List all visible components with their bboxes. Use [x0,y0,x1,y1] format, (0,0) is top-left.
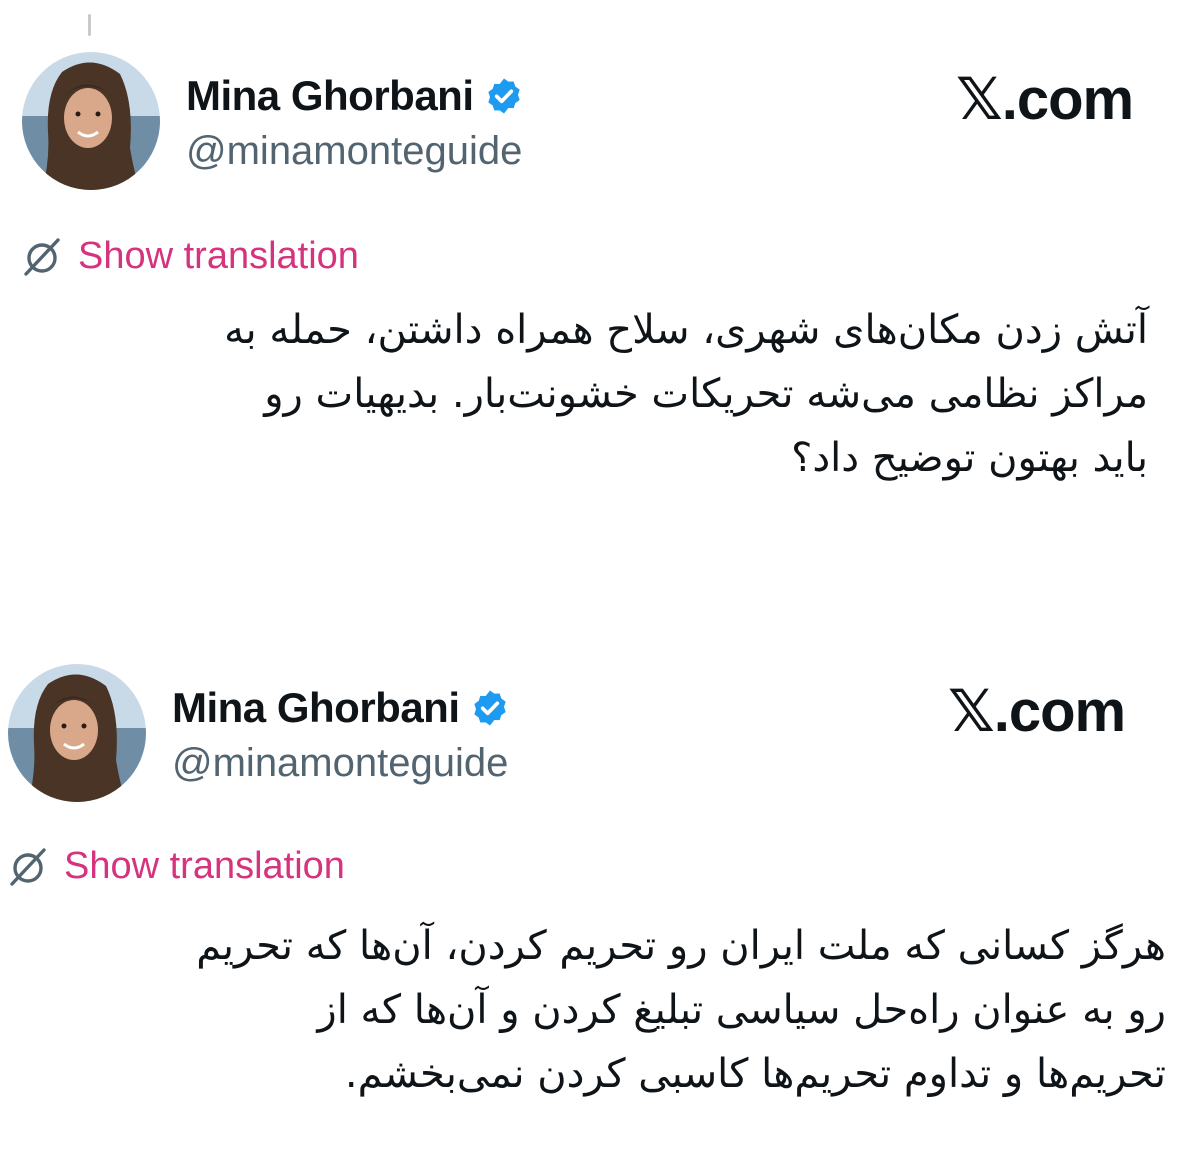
show-translation-row[interactable]: Show translation [20,234,359,278]
avatar[interactable] [22,52,160,190]
author-handle[interactable]: @minamonteguide [172,740,508,786]
author-name-row: Mina Ghorbani [186,72,524,120]
tweet-body-text: هرگز کسانی که ملت ایران رو تحریم کردن، آ… [196,923,1166,1097]
author-display-name[interactable]: Mina Ghorbani [186,72,474,120]
tweet-header: Mina Ghorbani @minamonteguide 𝕏.com [0,664,1200,804]
x-brand-logo: 𝕏.com [956,67,1134,132]
tweet-card: Mina Ghorbani @minamonteguide 𝕏.com Show… [0,664,1200,1097]
show-translation-link[interactable]: Show translation [78,234,359,278]
show-translation-link[interactable]: Show translation [64,844,345,888]
globe-slash-icon [24,238,60,276]
verified-badge-icon [473,690,506,726]
show-translation-row[interactable]: Show translation [6,844,345,888]
author-name-row: Mina Ghorbani [172,684,510,732]
avatar[interactable] [8,664,146,802]
avatar-photo-icon [22,52,160,190]
globe-slash-icon [10,848,46,886]
avatar-photo-icon [8,664,146,802]
author-display-name[interactable]: Mina Ghorbani [172,684,460,732]
screenshot-page: Mina Ghorbani @minamonteguide 𝕏.com Show… [0,0,1200,1156]
tweet-card: Mina Ghorbani @minamonteguide 𝕏.com Show… [0,52,1200,481]
author-handle[interactable]: @minamonteguide [186,128,522,174]
verified-badge-icon [487,78,520,114]
divider-tick [88,14,91,36]
tweet-body-text: آتش زدن مکان‌های شهری، سلاح همراه داشتن،… [224,307,1148,481]
tweet-header: Mina Ghorbani @minamonteguide 𝕏.com [0,52,1200,192]
x-brand-logo: 𝕏.com [948,679,1126,744]
